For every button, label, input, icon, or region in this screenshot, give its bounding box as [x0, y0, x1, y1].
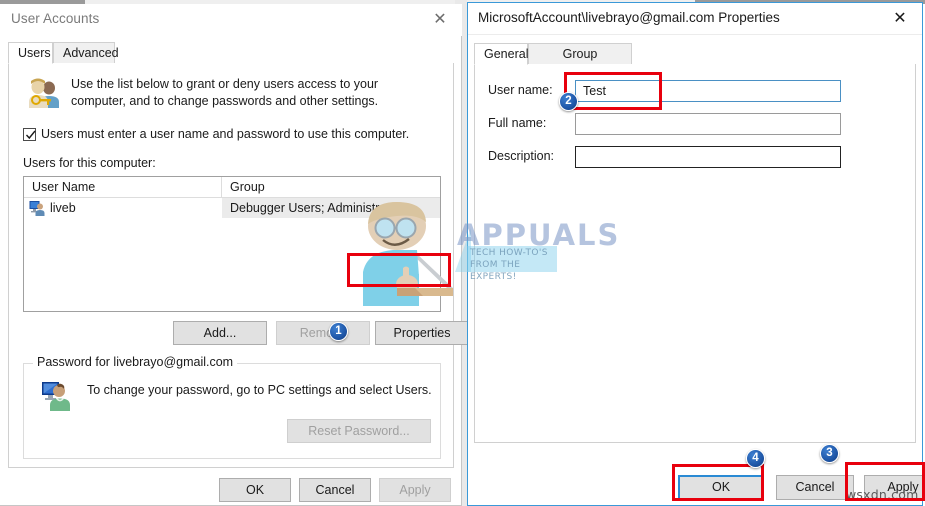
- account-properties-dialog: MicrosoftAccount\livebrayo@gmail.com Pro…: [467, 2, 925, 506]
- user-name-input[interactable]: Test: [575, 80, 841, 102]
- general-tab-panel: User name: Test Full name: Description:: [474, 64, 916, 443]
- cancel-button-left[interactable]: Cancel: [299, 478, 371, 502]
- right-tabstrip: General Group Membership: [474, 43, 916, 82]
- right-window-title: MicrosoftAccount\livebrayo@gmail.com Pro…: [478, 10, 780, 25]
- user-name-label: User name:: [488, 83, 553, 97]
- step-badge-2: 2: [559, 92, 578, 111]
- check-icon: [25, 130, 36, 140]
- require-password-label: Users must enter a user name and passwor…: [41, 127, 410, 141]
- password-groupbox: [23, 363, 441, 459]
- full-name-input[interactable]: [575, 113, 841, 135]
- apply-button-left: Apply: [379, 478, 451, 502]
- close-icon[interactable]: ✕: [426, 8, 454, 32]
- step-badge-3: 3: [820, 444, 839, 463]
- cancel-button-right[interactable]: Cancel: [776, 475, 854, 500]
- properties-button[interactable]: Properties: [375, 321, 469, 345]
- left-footer: OK Cancel Apply: [0, 472, 462, 506]
- column-header-user-name[interactable]: User Name: [24, 177, 222, 198]
- password-group-title: Password for livebrayo@gmail.com: [33, 355, 238, 369]
- tab-general[interactable]: General: [474, 43, 528, 65]
- require-password-checkbox[interactable]: [23, 128, 36, 141]
- list-action-buttons: Add... Remove Properties: [23, 321, 469, 345]
- users-list-label: Users for this computer:: [23, 156, 156, 170]
- right-titlebar: MicrosoftAccount\livebrayo@gmail.com Pro…: [468, 3, 922, 35]
- description-input[interactable]: [575, 146, 841, 168]
- tab-advanced[interactable]: Advanced: [53, 42, 119, 64]
- tab-users[interactable]: Users: [8, 42, 53, 64]
- left-titlebar: User Accounts ✕: [0, 4, 462, 36]
- users-key-icon: [29, 78, 59, 108]
- screenshot-root: User Accounts ✕ Users Advanced Use the l…: [0, 0, 925, 506]
- ok-button-right[interactable]: OK: [678, 475, 764, 500]
- users-list-header: User Name Group: [24, 177, 440, 198]
- user-name-row: User name: Test: [475, 80, 917, 104]
- full-name-label: Full name:: [488, 116, 547, 130]
- users-listbox[interactable]: User Name Group liveb Debugger Users; Ad…: [23, 176, 441, 312]
- full-name-row: Full name:: [475, 113, 917, 137]
- cell-group: Debugger Users; Administrators: [222, 198, 440, 218]
- user-accounts-window: User Accounts ✕ Users Advanced Use the l…: [0, 4, 469, 506]
- close-icon[interactable]: ✕: [886, 7, 914, 31]
- left-window-title: User Accounts: [11, 11, 100, 26]
- right-footer: OK Cancel Apply: [468, 443, 925, 505]
- column-header-group[interactable]: Group: [222, 177, 440, 198]
- step-badge-4: 4: [746, 449, 765, 468]
- require-password-row[interactable]: Users must enter a user name and passwor…: [23, 127, 443, 145]
- left-tabstrip: Users Advanced: [8, 42, 454, 64]
- tab-group-membership[interactable]: Group Membership: [528, 43, 632, 82]
- description-label: Description:: [488, 149, 554, 163]
- reset-password-button: Reset Password...: [287, 419, 431, 443]
- apply-button-right[interactable]: Apply: [864, 475, 925, 500]
- ok-button-left[interactable]: OK: [219, 478, 291, 502]
- password-group-text: To change your password, go to PC settin…: [87, 383, 432, 397]
- cell-user-name: liveb: [50, 201, 76, 215]
- remove-button: Remove: [276, 321, 370, 345]
- table-row[interactable]: liveb Debugger Users; Administrators: [24, 198, 440, 218]
- users-tab-panel: Use the list below to grant or deny user…: [8, 63, 469, 468]
- description-row: Description:: [475, 146, 917, 170]
- intro-text: Use the list below to grant or deny user…: [71, 77, 379, 108]
- add-button[interactable]: Add...: [173, 321, 267, 345]
- pc-user-icon: [42, 382, 70, 411]
- step-badge-1: 1: [329, 322, 348, 341]
